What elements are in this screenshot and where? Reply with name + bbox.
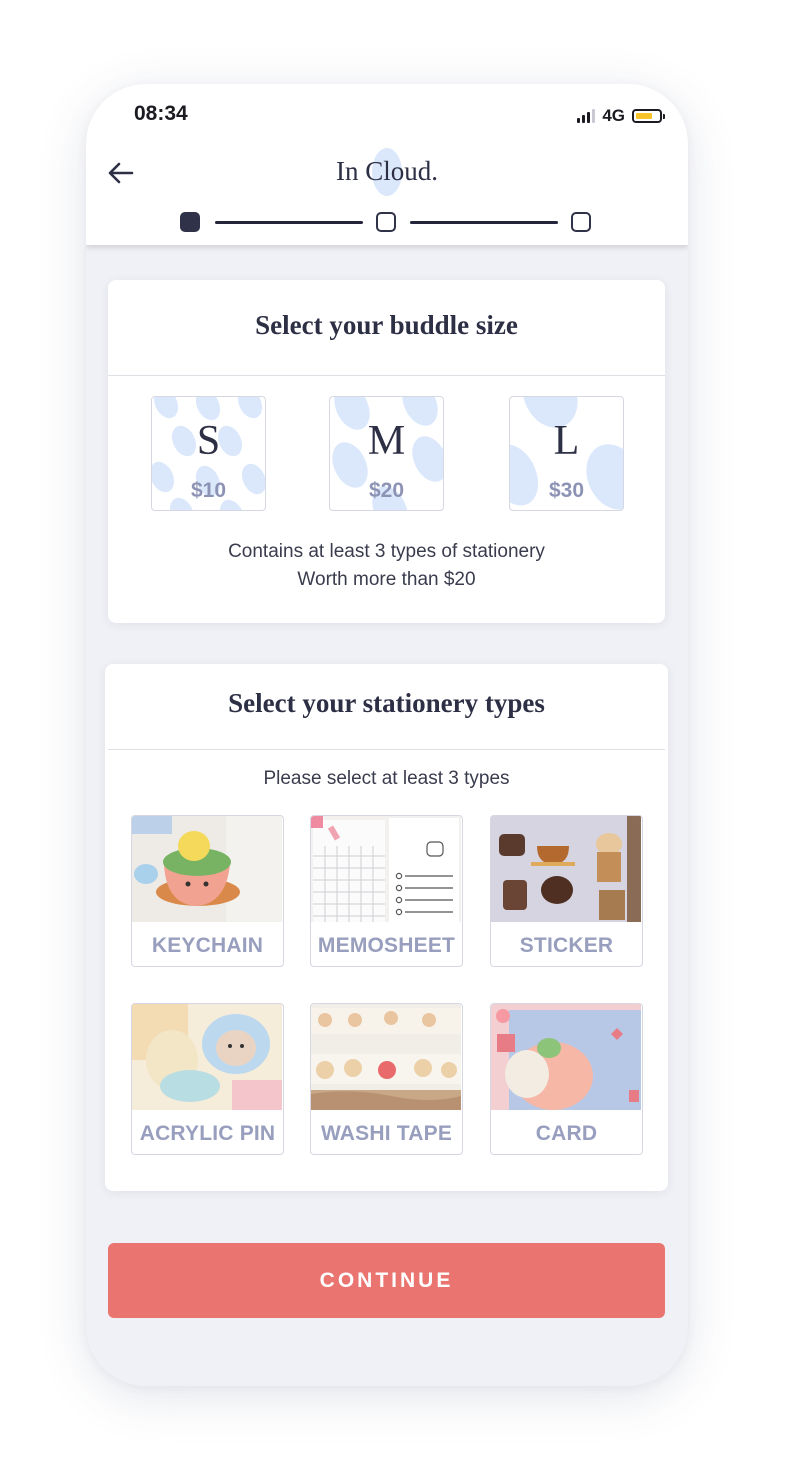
- size-price: $30: [548, 479, 585, 502]
- sticker-photo: [491, 816, 641, 922]
- keychain-photo: [132, 816, 282, 922]
- divider: [108, 375, 665, 376]
- size-option-m[interactable]: M $20: [329, 396, 444, 511]
- description-line: Contains at least 3 types of stationery: [228, 541, 545, 562]
- memosheet-photo: [311, 816, 461, 922]
- type-label: ACRYLIC PIN: [139, 1122, 276, 1145]
- size-letter: M: [367, 418, 406, 464]
- type-label: MEMOSHEET: [317, 934, 456, 957]
- card-photo: [491, 1004, 641, 1110]
- size-price: $10: [190, 479, 227, 502]
- step-connector: [410, 221, 558, 224]
- app-header: 08:34 4G In Cloud.: [86, 84, 688, 245]
- bundle-size-card: Select your buddle size S $10 M $20 L $3…: [108, 280, 665, 623]
- type-option-washi-tape[interactable]: WASHI TAPE: [310, 1003, 463, 1155]
- size-price: $20: [368, 479, 405, 502]
- description-line: Worth more than $20: [297, 569, 476, 590]
- type-option-memosheet[interactable]: MEMOSHEET: [310, 815, 463, 967]
- stationery-types-title: Select your stationery types: [228, 688, 545, 718]
- type-option-sticker[interactable]: STICKER: [490, 815, 643, 967]
- battery-icon: [632, 109, 665, 123]
- divider: [108, 749, 665, 750]
- status-indicators: 4G: [577, 104, 665, 128]
- step-3-indicator: [571, 212, 591, 232]
- step-2-indicator: [376, 212, 396, 232]
- type-label: WASHI TAPE: [320, 1122, 453, 1145]
- type-label: STICKER: [519, 934, 614, 957]
- size-option-s[interactable]: S $10: [151, 396, 266, 511]
- step-1-indicator: [180, 212, 200, 232]
- continue-button[interactable]: CONTINUE: [108, 1243, 665, 1318]
- bundle-size-description: Contains at least 3 types of stationery …: [108, 538, 665, 594]
- status-time: 08:34: [134, 102, 188, 125]
- type-label: KEYCHAIN: [151, 934, 264, 957]
- bundle-size-title: Select your buddle size: [255, 310, 518, 340]
- washi-tape-photo: [311, 1004, 461, 1110]
- progress-stepper: [180, 212, 595, 234]
- size-option-l[interactable]: L $30: [509, 396, 624, 511]
- type-option-acrylic-pin[interactable]: ACRYLIC PIN: [131, 1003, 284, 1155]
- phone-screen: 08:34 4G In Cloud. Select your buddle si…: [86, 84, 688, 1386]
- types-hint: Please select at least 3 types: [263, 768, 510, 789]
- stationery-types-card: Select your stationery types Please sele…: [105, 664, 668, 1191]
- type-option-keychain[interactable]: KEYCHAIN: [131, 815, 284, 967]
- step-connector: [215, 221, 363, 224]
- network-label: 4G: [602, 106, 625, 125]
- type-label: CARD: [535, 1122, 598, 1145]
- size-letter: L: [553, 418, 580, 464]
- acrylic-pin-photo: [132, 1004, 282, 1110]
- type-option-card[interactable]: CARD: [490, 1003, 643, 1155]
- brand-title: In Cloud.: [335, 156, 438, 186]
- signal-icon: [577, 109, 596, 123]
- size-letter: S: [196, 418, 221, 464]
